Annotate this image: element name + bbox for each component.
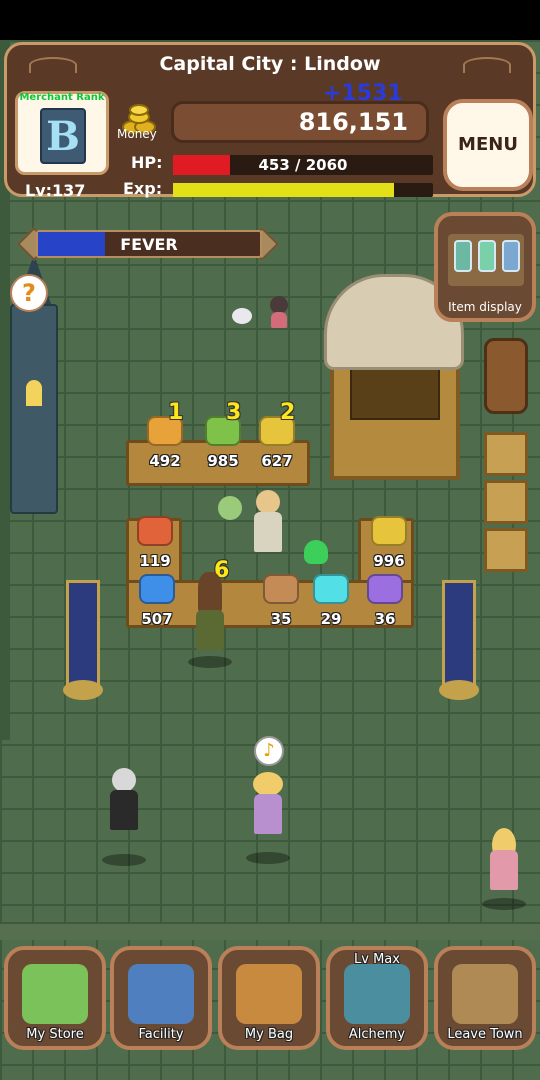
merchant-rank-label: Merchant Rank bbox=[19, 92, 105, 103]
jar-icon bbox=[502, 240, 520, 272]
item-quantity: 627 bbox=[261, 452, 293, 470]
tower-window bbox=[26, 380, 42, 406]
shelf-item-bread[interactable]: 1 492 bbox=[138, 400, 192, 470]
crate bbox=[484, 528, 528, 572]
fever-bar: FEVER bbox=[36, 230, 262, 258]
old-man-npc bbox=[102, 768, 146, 866]
tower bbox=[10, 304, 58, 514]
slime-pet bbox=[298, 540, 334, 568]
bottom-navigation: My Store Facility My Bag Lv Max Alchemy … bbox=[0, 938, 540, 1080]
shelf-item-meat[interactable]: 119 bbox=[128, 510, 182, 570]
barrel bbox=[484, 338, 528, 414]
shelf-item-blue-crystal[interactable]: 507 bbox=[130, 568, 184, 628]
exp-bar-fill bbox=[173, 183, 394, 197]
blonde-girl-npc bbox=[246, 772, 290, 864]
shelf-item-orb[interactable]: 29 bbox=[304, 568, 358, 628]
item-display-button[interactable]: Item display bbox=[434, 212, 536, 322]
fairy-companion bbox=[212, 496, 248, 526]
banner-left bbox=[66, 580, 100, 692]
shelf-item-pouch[interactable]: 6 35 bbox=[214, 558, 308, 628]
nav-label: Alchemy bbox=[348, 1027, 406, 1042]
customer-brown-hair bbox=[188, 572, 232, 672]
banner-left-base bbox=[63, 680, 103, 700]
item-quantity: 36 bbox=[374, 610, 396, 628]
item-quantity: 492 bbox=[149, 452, 181, 470]
exp-bar bbox=[173, 183, 433, 197]
facility-button[interactable]: Facility bbox=[110, 946, 212, 1050]
item-badge: 2 bbox=[280, 400, 296, 425]
money-label: Money bbox=[117, 127, 157, 141]
clover-icon bbox=[22, 964, 88, 1024]
blue-crystal-icon bbox=[139, 574, 175, 604]
map-icon bbox=[452, 964, 518, 1024]
jar-icon bbox=[454, 240, 472, 272]
hp-bar: 453 / 2060 bbox=[173, 155, 433, 175]
alchemy-cauldron-icon bbox=[344, 964, 410, 1024]
location-title: Capital City : Lindow bbox=[159, 53, 381, 75]
crate bbox=[484, 432, 528, 476]
nav-label: My Store bbox=[26, 1027, 84, 1042]
alchemy-button[interactable]: Lv Max Alchemy bbox=[326, 946, 428, 1050]
crate bbox=[484, 480, 528, 524]
leave-town-button[interactable]: Leave Town bbox=[434, 946, 536, 1050]
shopkeeper bbox=[250, 490, 286, 570]
my-bag-button[interactable]: My Bag bbox=[218, 946, 320, 1050]
shelf-item-corn-bundle[interactable]: 996 bbox=[362, 510, 416, 570]
merchant-rank-badge: Merchant Rank B bbox=[15, 91, 109, 175]
shelf-item-purple-crystal[interactable]: 36 bbox=[358, 568, 412, 628]
merchant-rank-value: B bbox=[40, 108, 86, 164]
banner-right bbox=[442, 580, 476, 692]
child-npc bbox=[264, 296, 300, 332]
item-quantity: 985 bbox=[207, 452, 239, 470]
item-quantity: 29 bbox=[320, 610, 342, 628]
nav-label: Facility bbox=[138, 1027, 184, 1042]
house-icon bbox=[128, 964, 194, 1024]
meat-icon bbox=[137, 516, 173, 546]
exp-label: Exp: bbox=[123, 179, 163, 198]
item-badge: 3 bbox=[226, 400, 242, 425]
menu-button[interactable]: MENU bbox=[443, 99, 533, 191]
money-value: 816,151 bbox=[298, 108, 408, 136]
item-quantity: 507 bbox=[141, 610, 173, 628]
money-gain: +1531 bbox=[323, 81, 403, 106]
fever-label: FEVER bbox=[120, 235, 178, 254]
nav-label: My Bag bbox=[244, 1027, 294, 1042]
item-badge: 1 bbox=[168, 400, 184, 425]
hp-value: 453 / 2060 bbox=[258, 156, 348, 174]
help-button[interactable]: ? bbox=[10, 274, 48, 312]
cat-npc bbox=[226, 302, 262, 332]
jar-icon bbox=[478, 240, 496, 272]
hp-label: HP: bbox=[131, 153, 163, 172]
orb-icon bbox=[313, 574, 349, 604]
pouch-icon bbox=[263, 574, 299, 604]
nav-label: Leave Town bbox=[447, 1027, 523, 1042]
item-display-label: Item display bbox=[448, 300, 522, 314]
purple-crystal-icon bbox=[367, 574, 403, 604]
corn-bundle-icon bbox=[371, 516, 407, 546]
bag-icon bbox=[236, 964, 302, 1024]
status-panel: Capital City : Lindow Merchant Rank B Lv… bbox=[4, 42, 536, 200]
money-display: 816,151 bbox=[171, 101, 429, 143]
player-level: Lv:137 bbox=[25, 181, 86, 200]
fever-gauge: FEVER bbox=[12, 226, 282, 262]
shelf-item-cabbage[interactable]: 3 985 bbox=[196, 400, 250, 470]
my-store-button[interactable]: My Store bbox=[4, 946, 106, 1050]
item-quantity: 35 bbox=[270, 610, 292, 628]
banner-right-base bbox=[439, 680, 479, 700]
girl-pink-dress-npc bbox=[482, 828, 526, 910]
shelf-item-corn[interactable]: 2 627 bbox=[250, 400, 304, 470]
game-scene: 1 492 3 985 2 627 119 996 507 6 35 29 36… bbox=[0, 40, 540, 1080]
music-note-icon: ♪ bbox=[254, 736, 284, 766]
